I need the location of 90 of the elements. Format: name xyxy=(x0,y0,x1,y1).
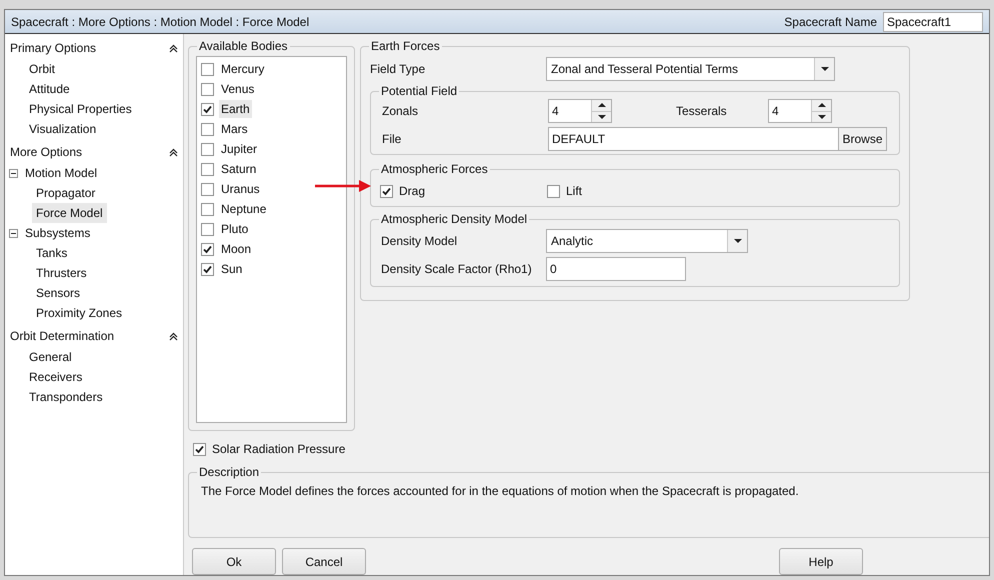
dropdown[interactable]: Zonal and Tesseral Potential Terms xyxy=(546,57,835,81)
dropdown-value: Zonal and Tesseral Potential Terms xyxy=(550,61,739,78)
collapse-icon[interactable] xyxy=(169,148,178,156)
checkbox[interactable] xyxy=(547,184,560,198)
body-label[interactable]: Moon xyxy=(219,240,254,258)
down-arrow-icon[interactable] xyxy=(818,114,826,119)
field-label: Spacecraft Name xyxy=(784,14,877,30)
group-title: Atmospheric Density Model xyxy=(379,211,530,227)
spin-field[interactable]: 4 xyxy=(768,99,832,123)
checkbox-label: Lift xyxy=(566,183,582,200)
sidebar-item[interactable]: Orbit xyxy=(25,59,60,79)
down-arrow-icon[interactable] xyxy=(598,114,606,119)
body-label[interactable]: Uranus xyxy=(219,180,262,198)
field-label: File xyxy=(382,131,402,148)
check-icon xyxy=(203,244,212,254)
checkbox[interactable] xyxy=(201,182,214,196)
file-field[interactable]: DEFAULT xyxy=(548,127,839,151)
checkbox[interactable] xyxy=(201,162,214,176)
checkbox[interactable] xyxy=(201,102,214,116)
sidebar-item[interactable]: General xyxy=(25,347,76,367)
collapse-tree-icon[interactable] xyxy=(9,168,18,178)
body-label[interactable]: Earth xyxy=(219,100,252,118)
collapse-icon[interactable] xyxy=(169,332,178,340)
sidebar-item[interactable]: Subsystems xyxy=(21,223,94,243)
collapse-icon[interactable] xyxy=(169,44,178,52)
checkbox[interactable] xyxy=(201,222,214,236)
field-label: Zonals xyxy=(382,103,420,120)
field-label: Density Model xyxy=(381,233,458,250)
group-title: Atmospheric Forces xyxy=(379,161,490,177)
sidebar-item[interactable]: Thrusters xyxy=(32,263,91,283)
spin-value: 4 xyxy=(551,103,560,120)
window-title: Spacecraft : More Options : Motion Model : Force Model xyxy=(11,14,310,30)
check-icon xyxy=(203,264,212,274)
spin-field[interactable]: 4 xyxy=(548,99,612,123)
browse-button[interactable]: Browse xyxy=(838,127,887,151)
checkbox[interactable] xyxy=(201,82,214,96)
sidebar-item[interactable]: Proximity Zones xyxy=(32,303,126,323)
sidebar-item[interactable]: Propagator xyxy=(32,183,100,203)
checkbox[interactable] xyxy=(201,62,214,76)
body-label[interactable]: Venus xyxy=(219,80,256,98)
checkbox[interactable] xyxy=(201,202,214,216)
checkbox[interactable] xyxy=(201,122,214,136)
sidebar-item[interactable]: Visualization xyxy=(25,119,100,139)
description-text: The Force Model defines the forces accounted for in the equations of motion when the Spacecraft is propagated. xyxy=(201,483,800,500)
caret-icon xyxy=(734,239,742,243)
sidebar-item[interactable]: Transponders xyxy=(25,387,107,407)
section-header[interactable]: Primary Options xyxy=(10,39,96,57)
checkbox[interactable] xyxy=(201,262,214,276)
sidebar-item[interactable]: Sensors xyxy=(32,283,84,303)
caret-icon xyxy=(820,67,828,71)
spin-value: 4 xyxy=(771,103,780,120)
checkbox-label: Solar Radiation Pressure xyxy=(212,441,346,458)
up-arrow-icon[interactable] xyxy=(818,103,826,108)
body-label[interactable]: Jupiter xyxy=(219,140,260,158)
checkbox[interactable] xyxy=(193,442,206,456)
sidebar-item[interactable]: Physical Properties xyxy=(25,99,136,119)
field-label: Density Scale Factor (Rho1) xyxy=(381,261,533,278)
section-header[interactable]: Orbit Determination xyxy=(10,327,114,345)
sidebar-item[interactable]: Motion Model xyxy=(21,163,102,183)
sidebar-item[interactable]: Force Model xyxy=(32,203,107,223)
body-label[interactable]: Neptune xyxy=(219,200,268,218)
body-label[interactable]: Saturn xyxy=(219,160,258,178)
pointer-arrow-icon xyxy=(315,179,372,193)
scale-field[interactable]: 0 xyxy=(546,257,686,281)
checkbox[interactable] xyxy=(201,242,214,256)
checkbox[interactable] xyxy=(201,142,214,156)
help-button[interactable]: Help xyxy=(779,548,863,575)
sidebar-item[interactable]: Attitude xyxy=(25,79,74,99)
checkbox-label: Drag xyxy=(399,183,426,200)
dropdown-value: Analytic xyxy=(550,233,594,250)
field-label: Tesserals xyxy=(675,103,728,120)
up-arrow-icon[interactable] xyxy=(598,103,606,108)
collapse-tree-icon[interactable] xyxy=(9,228,18,238)
check-icon xyxy=(382,186,391,196)
check-icon xyxy=(203,104,212,114)
sidebar-item[interactable]: Tanks xyxy=(32,243,72,263)
section-header[interactable]: More Options xyxy=(10,143,82,161)
check-icon xyxy=(195,444,204,454)
sidebar-item[interactable]: Receivers xyxy=(25,367,86,387)
body-label[interactable]: Sun xyxy=(219,260,244,278)
body-label[interactable]: Mercury xyxy=(219,60,266,78)
body-label[interactable]: Mars xyxy=(219,120,250,138)
checkbox[interactable] xyxy=(380,184,393,198)
dropdown[interactable]: Analytic xyxy=(546,229,748,253)
group-title: Description xyxy=(197,464,262,480)
name-field[interactable]: Spacecraft1 xyxy=(883,12,983,32)
body-label[interactable]: Pluto xyxy=(219,220,250,238)
dialog-button[interactable]: Cancel xyxy=(282,548,366,575)
field-label: Field Type xyxy=(370,61,426,78)
dialog-button[interactable]: Ok xyxy=(192,548,276,575)
